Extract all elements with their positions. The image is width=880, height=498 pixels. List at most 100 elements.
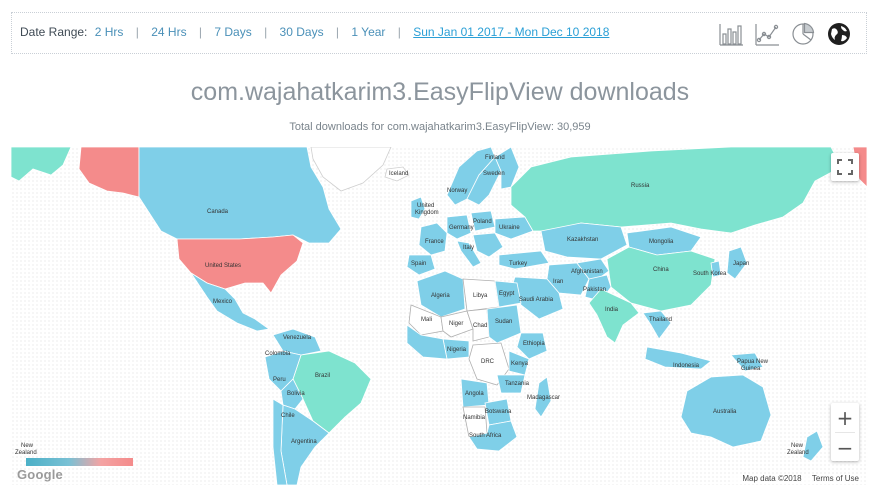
label-india: India bbox=[605, 307, 619, 313]
zoom-controls: + − bbox=[831, 403, 859, 461]
label-indonesia: Indonesia bbox=[673, 363, 700, 369]
separator: | bbox=[397, 25, 401, 39]
color-legend-bar bbox=[26, 458, 133, 466]
label-brazil: Brazil bbox=[315, 373, 330, 379]
separator: | bbox=[135, 25, 139, 39]
country-alaska bbox=[78, 147, 140, 198]
pie-chart-icon[interactable] bbox=[790, 21, 816, 47]
label-sweden: Sweden bbox=[483, 171, 505, 177]
range-option-7days[interactable]: 7 Days bbox=[214, 25, 251, 39]
globe-icon[interactable] bbox=[826, 21, 852, 47]
range-option-30days[interactable]: 30 Days bbox=[280, 25, 324, 39]
label-mali: Mali bbox=[421, 317, 432, 323]
label-kenya: Kenya bbox=[511, 361, 529, 367]
label-norway: Norway bbox=[447, 188, 467, 194]
label-japan: Japan bbox=[733, 261, 749, 267]
label-nigeria: Nigeria bbox=[447, 347, 467, 353]
total-downloads-subtitle: Total downloads for com.wajahatkarim3.Ea… bbox=[289, 121, 591, 133]
date-range-selector: Date Range: 2 Hrs | 24 Hrs | 7 Days | 30… bbox=[20, 25, 609, 39]
label-venezuela: Venezuela bbox=[283, 335, 312, 341]
terms-of-use-link[interactable]: Terms of Use bbox=[812, 474, 859, 483]
country-thailand bbox=[642, 310, 672, 340]
zoom-out-button[interactable]: − bbox=[831, 433, 859, 462]
label-new-zealand-left-2: Zealand bbox=[15, 450, 37, 456]
label-canada: Canada bbox=[207, 209, 229, 215]
label-france: France bbox=[425, 239, 444, 245]
label-papua-new-guinea-2: Guinea bbox=[741, 366, 761, 372]
zoom-in-button[interactable]: + bbox=[831, 403, 859, 432]
date-range-toolbar: Date Range: 2 Hrs | 24 Hrs | 7 Days | 30… bbox=[11, 12, 867, 54]
bar-chart-icon[interactable] bbox=[718, 21, 744, 47]
label-peru: Peru bbox=[273, 377, 286, 383]
label-united-states: United States bbox=[205, 263, 241, 269]
chart-type-switcher bbox=[718, 21, 852, 47]
country-balkans bbox=[472, 232, 504, 258]
label-libya: Libya bbox=[473, 293, 488, 299]
label-russia: Russia bbox=[631, 183, 650, 189]
fullscreen-button[interactable] bbox=[831, 153, 859, 181]
label-united-kingdom-1: United bbox=[417, 203, 434, 209]
range-option-2hrs[interactable]: 2 Hrs bbox=[95, 25, 124, 39]
label-madagascar: Madagascar bbox=[527, 395, 560, 401]
custom-range-link[interactable]: Sun Jan 01 2017 - Mon Dec 10 2018 bbox=[413, 25, 609, 39]
label-new-zealand-right-1: New bbox=[791, 443, 804, 449]
label-mexico: Mexico bbox=[213, 299, 233, 305]
label-namibia: Namibia bbox=[463, 415, 486, 421]
country-kamchatka-left bbox=[11, 147, 72, 182]
label-botswana: Botswana bbox=[485, 409, 512, 415]
separator: | bbox=[264, 25, 268, 39]
label-chad: Chad bbox=[473, 323, 487, 329]
label-angola: Angola bbox=[465, 391, 484, 397]
separator: | bbox=[198, 25, 203, 39]
label-niger: Niger bbox=[449, 321, 463, 327]
map-attribution: Map data ©2018 Terms of Use bbox=[732, 474, 861, 483]
label-argentina: Argentina bbox=[291, 439, 317, 445]
label-spain: Spain bbox=[411, 261, 426, 267]
country-canada bbox=[138, 147, 342, 244]
fullscreen-icon bbox=[837, 159, 853, 175]
country-new-zealand bbox=[802, 430, 824, 462]
label-sudan: Sudan bbox=[495, 319, 512, 325]
label-iceland: Iceland bbox=[389, 171, 408, 177]
range-option-24hrs[interactable]: 24 Hrs bbox=[151, 25, 186, 39]
label-finland: Finland bbox=[485, 155, 505, 161]
label-papua-new-guinea-1: Papua New bbox=[737, 359, 769, 365]
google-logo[interactable]: Google bbox=[17, 467, 63, 482]
label-ethiopia: Ethiopia bbox=[523, 341, 545, 347]
label-mongolia: Mongolia bbox=[649, 239, 674, 245]
label-new-zealand-right-2: Zealand bbox=[787, 450, 809, 456]
label-united-kingdom-2: Kingdom bbox=[415, 210, 439, 216]
label-iran: Iran bbox=[553, 279, 563, 285]
map-data-text: Map data ©2018 bbox=[742, 474, 802, 483]
label-drc: DRC bbox=[481, 359, 495, 365]
label-new-zealand-left-1: New bbox=[21, 443, 34, 449]
line-chart-icon[interactable] bbox=[754, 21, 780, 47]
label-italy: Italy bbox=[463, 245, 474, 251]
label-saudi-arabia: Saudi Arabia bbox=[519, 297, 554, 303]
label-germany: Germany bbox=[449, 225, 474, 231]
label-pakistan: Pakistan bbox=[583, 287, 606, 293]
label-thailand: Thailand bbox=[649, 317, 672, 323]
country-russia bbox=[510, 147, 842, 234]
label-kazakhstan: Kazakhstan bbox=[567, 237, 598, 243]
label-china: China bbox=[653, 267, 669, 273]
separator: | bbox=[335, 25, 340, 39]
range-option-1year[interactable]: 1 Year bbox=[351, 25, 385, 39]
label-turkey: Turkey bbox=[509, 261, 527, 267]
label-chile: Chile bbox=[281, 413, 295, 419]
label-tanzania: Tanzania bbox=[505, 381, 530, 387]
label-ukraine: Ukraine bbox=[499, 225, 520, 231]
label-australia: Australia bbox=[713, 409, 737, 415]
label-algeria: Algeria bbox=[431, 293, 450, 299]
date-range-label: Date Range: bbox=[20, 25, 88, 39]
label-south-africa: South Africa bbox=[469, 433, 502, 439]
page-title: com.wajahatkarim3.EasyFlipView downloads bbox=[190, 78, 690, 106]
label-afghanistan: Afghanistan bbox=[571, 269, 603, 275]
world-map[interactable]: Iceland Finland Sweden Norway United Kin… bbox=[11, 147, 867, 485]
world-map-canvas: Iceland Finland Sweden Norway United Kin… bbox=[11, 147, 867, 485]
label-colombia: Colombia bbox=[265, 351, 291, 357]
country-greenland bbox=[310, 147, 392, 192]
label-south-korea: South Korea bbox=[693, 271, 727, 277]
label-poland: Poland bbox=[473, 219, 492, 225]
label-bolivia: Bolivia bbox=[287, 391, 305, 397]
